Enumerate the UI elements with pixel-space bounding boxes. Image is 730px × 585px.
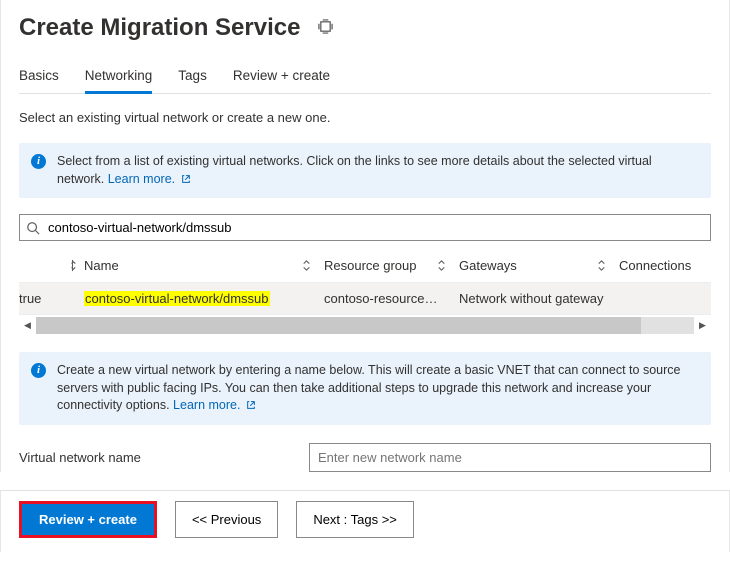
info-text: Create a new virtual network by entering… — [57, 363, 680, 412]
external-link-icon — [246, 400, 256, 410]
sort-icon — [436, 259, 447, 272]
sort-icon — [596, 259, 607, 272]
col-connections[interactable]: Connections — [619, 258, 711, 273]
previous-button[interactable]: << Previous — [175, 501, 278, 538]
cell-selected: true — [19, 291, 84, 306]
col-gateways[interactable]: Gateways — [459, 258, 619, 273]
tab-tags[interactable]: Tags — [178, 68, 207, 93]
vnet-search[interactable] — [19, 214, 711, 241]
page-header: Create Migration Service — [19, 14, 711, 42]
tab-basics[interactable]: Basics — [19, 68, 59, 93]
horizontal-scrollbar[interactable]: ◀ ▶ — [19, 317, 711, 334]
next-button[interactable]: Next : Tags >> — [296, 501, 414, 538]
sort-icon — [301, 259, 312, 272]
vnet-name-input[interactable] — [309, 443, 711, 472]
cell-name: contoso-virtual-network/dmssub — [84, 291, 324, 306]
info-box-create: i Create a new virtual network by enteri… — [19, 352, 711, 425]
intro-text: Select an existing virtual network or cr… — [19, 110, 711, 125]
tab-networking[interactable]: Networking — [85, 68, 153, 94]
col-name[interactable]: Name — [84, 258, 324, 273]
external-link-icon — [181, 174, 191, 184]
review-create-button[interactable]: Review + create — [22, 504, 154, 535]
vnet-search-input[interactable] — [46, 219, 704, 236]
search-icon — [26, 221, 40, 235]
pin-icon[interactable] — [318, 19, 333, 37]
col-blank[interactable] — [19, 259, 84, 272]
vnet-name-row: Virtual network name — [19, 443, 711, 472]
learn-more-link-1[interactable]: Learn more. — [108, 172, 191, 186]
grid-header: Name Resource group Gateways Connections — [19, 249, 711, 283]
vnet-name-label: Virtual network name — [19, 450, 309, 465]
learn-more-link-2[interactable]: Learn more. — [173, 398, 256, 412]
scroll-right-icon[interactable]: ▶ — [694, 317, 711, 334]
vnet-grid: Name Resource group Gateways Connections… — [19, 249, 711, 334]
info-box-existing: i Select from a list of existing virtual… — [19, 143, 711, 198]
info-icon: i — [31, 154, 47, 169]
cell-rg: contoso-resource… — [324, 291, 459, 306]
scroll-track[interactable] — [36, 317, 694, 334]
cell-gateways: Network without gateway — [459, 291, 619, 306]
scroll-thumb[interactable] — [36, 317, 641, 334]
tabs: Basics Networking Tags Review + create — [19, 68, 711, 94]
scroll-left-icon[interactable]: ◀ — [19, 317, 36, 334]
footer-bar: Review + create << Previous Next : Tags … — [0, 490, 730, 552]
info-icon: i — [31, 363, 47, 378]
tab-review-create[interactable]: Review + create — [233, 68, 330, 93]
page-title: Create Migration Service — [19, 14, 300, 42]
sort-icon — [67, 259, 78, 272]
col-resource-group[interactable]: Resource group — [324, 258, 459, 273]
table-row[interactable]: true contoso-virtual-network/dmssub cont… — [19, 283, 711, 315]
review-create-highlight: Review + create — [19, 501, 157, 538]
